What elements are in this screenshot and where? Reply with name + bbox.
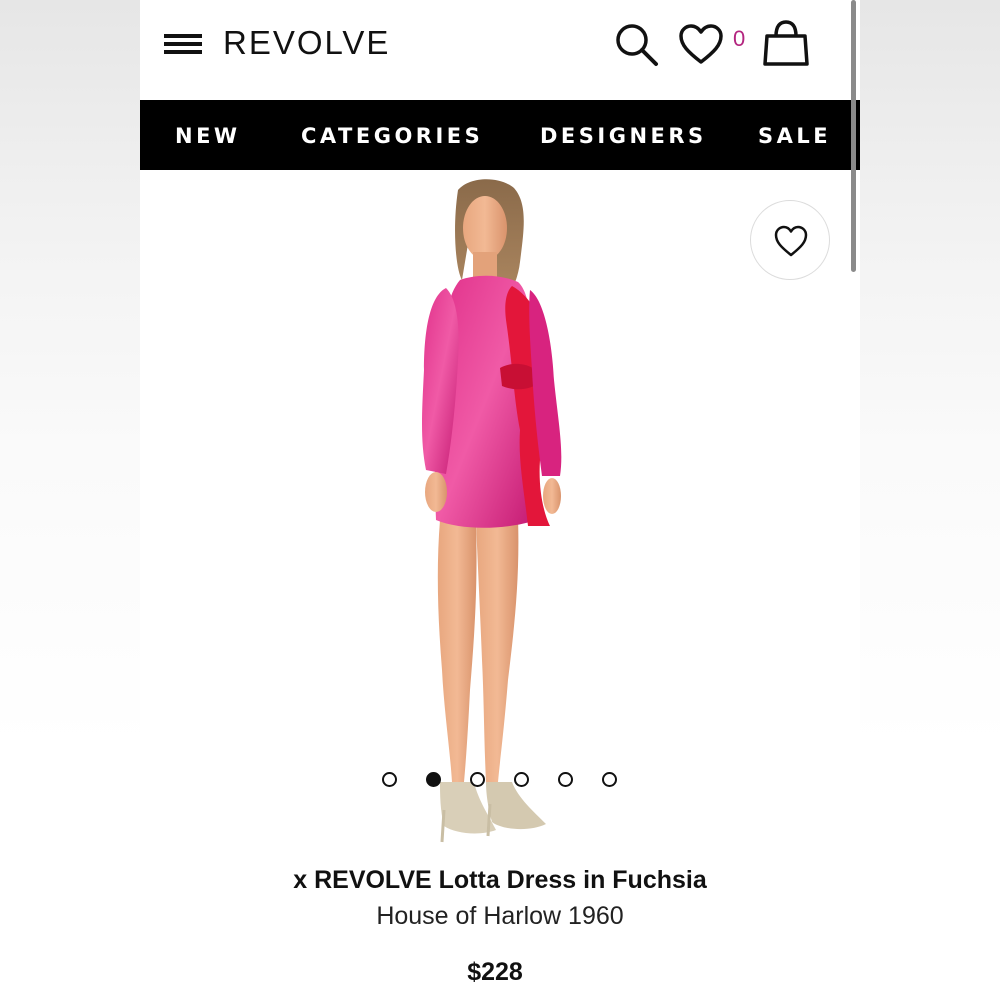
- heart-outline-icon: [774, 225, 808, 257]
- wishlist-count-badge: 0: [733, 26, 746, 51]
- search-icon[interactable]: [612, 20, 660, 68]
- product-image-gallery[interactable]: [140, 170, 860, 860]
- mobile-screen: REVOLVE 0 NEW CATEGORIES DESIGNERS SALE: [140, 0, 860, 1000]
- carousel-dot-active[interactable]: [426, 772, 441, 787]
- product-title: x REVOLVE Lotta Dress in Fuchsia: [293, 866, 707, 894]
- carousel-dot[interactable]: [558, 772, 573, 787]
- nav-item-new[interactable]: NEW: [175, 124, 241, 148]
- site-header: REVOLVE 0: [140, 0, 860, 100]
- scrollbar[interactable]: [851, 0, 856, 272]
- shopping-bag-icon[interactable]: [762, 18, 810, 68]
- main-navigation: NEW CATEGORIES DESIGNERS SALE: [140, 100, 860, 170]
- product-price: $228: [467, 958, 523, 986]
- hamburger-menu-icon[interactable]: [164, 32, 202, 56]
- product-brand-link[interactable]: House of Harlow 1960: [140, 902, 860, 931]
- carousel-dot[interactable]: [470, 772, 485, 787]
- product-photo-model: [422, 179, 562, 843]
- carousel-dot[interactable]: [514, 772, 529, 787]
- nav-item-sale[interactable]: SALE: [758, 124, 831, 148]
- heart-icon[interactable]: [678, 22, 724, 66]
- carousel-dot[interactable]: [602, 772, 617, 787]
- carousel-dot[interactable]: [382, 772, 397, 787]
- nav-item-designers[interactable]: DESIGNERS: [540, 124, 707, 148]
- backdrop-left: [0, 0, 140, 1000]
- revolve-logo[interactable]: REVOLVE: [223, 24, 390, 62]
- image-carousel-indicators: [382, 772, 622, 792]
- backdrop-right: [860, 0, 1000, 1000]
- favorite-button[interactable]: [750, 200, 830, 280]
- nav-item-categories[interactable]: CATEGORIES: [301, 124, 483, 148]
